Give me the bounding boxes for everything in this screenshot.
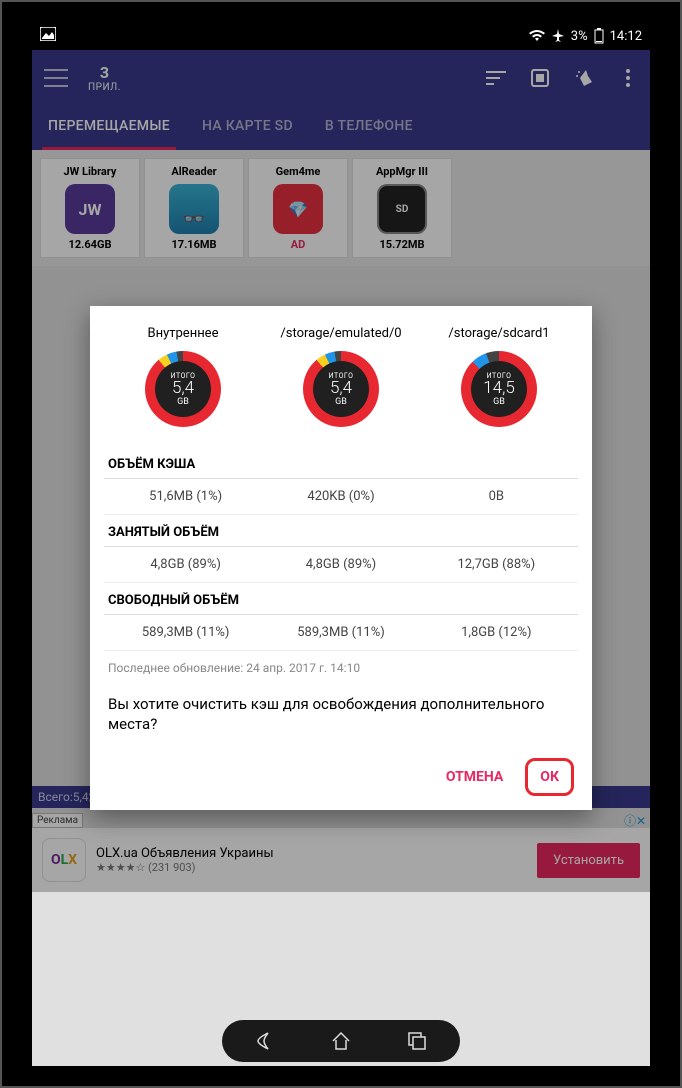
battery-percent: 3% — [571, 29, 588, 44]
nav-bar — [32, 1016, 650, 1066]
used-row: 4,8GB (89%) 4,8GB (89%) 12,7GB (88%) — [104, 547, 578, 583]
storage-icon[interactable] — [530, 68, 550, 88]
ad-label: Реклама — [32, 813, 83, 828]
gauge-icon: ИТОГО 14,5 GB — [461, 351, 537, 427]
app-grid: JW Library JW 12.64GB AlReader 👓 17.16MB… — [32, 150, 650, 266]
section-used: ЗАНЯТЫЙ ОБЪЁМ — [104, 515, 578, 547]
wifi-icon — [529, 30, 545, 42]
install-button[interactable]: Установить — [537, 843, 640, 878]
storage-internal: Внутреннее ИТОГО 5,4 GB — [104, 326, 262, 427]
clean-icon[interactable] — [574, 68, 594, 88]
ad-app-icon: OLX — [42, 838, 86, 882]
gauge-icon: ИТОГО 5,4 GB — [145, 351, 221, 427]
ad-banner[interactable]: ⓘ✕ OLX OLX.ua Объявления Украины ★★★★☆ (… — [32, 828, 650, 892]
app-card[interactable]: AlReader 👓 17.16MB — [144, 158, 244, 258]
ad-rating: ★★★★☆ (231 903) — [96, 861, 527, 874]
recent-button[interactable] — [404, 1028, 430, 1054]
cancel-button[interactable]: ОТМЕНА — [432, 759, 517, 795]
header-title: 3 ПРИЛ. — [88, 63, 121, 93]
section-cache: ОБЪЁМ КЭША — [104, 447, 578, 479]
storage-sdcard: /storage/sdcard1 ИТОГО 14,5 GB — [420, 326, 578, 427]
storage-dialog: Внутреннее ИТОГО 5,4 GB /storage/emulate… — [90, 306, 592, 810]
section-free: СВОБОДНЫЙ ОБЪЁМ — [104, 583, 578, 615]
gauge-icon: ИТОГО 5,4 GB — [303, 351, 379, 427]
free-row: 589,3MB (11%) 589,3MB (11%) 1,8GB (12%) — [104, 615, 578, 651]
tab-sdcard[interactable]: НА КАРТЕ SD — [186, 106, 309, 150]
app-card[interactable]: JW Library JW 12.64GB — [40, 158, 140, 258]
app-icon: JW — [65, 184, 115, 234]
app-card[interactable]: Gem4me 💎 AD — [248, 158, 348, 258]
ad-title: OLX.ua Объявления Украины — [96, 846, 527, 861]
battery-icon — [594, 28, 604, 44]
image-icon — [40, 27, 56, 41]
app-icon: 👓 — [169, 184, 219, 234]
sort-icon[interactable] — [486, 68, 506, 88]
airplane-icon — [551, 29, 565, 43]
app-card[interactable]: AppMgr III SD 15.72MB — [352, 158, 452, 258]
ok-button[interactable]: ОК — [525, 758, 574, 796]
adchoice-icon[interactable]: ⓘ✕ — [624, 812, 646, 829]
cache-row: 51,6MB (1%) 420KB (0%) 0B — [104, 479, 578, 515]
menu-icon[interactable] — [44, 69, 68, 87]
more-icon[interactable] — [618, 68, 638, 88]
dialog-prompt: Вы хотите очистить кэш для освобождения … — [104, 685, 578, 754]
storage-emulated: /storage/emulated/0 ИТОГО 5,4 GB — [262, 326, 420, 427]
home-button[interactable] — [328, 1028, 354, 1054]
tab-phone[interactable]: В ТЕЛЕФОНЕ — [309, 106, 429, 150]
app-header: 3 ПРИЛ. — [32, 50, 650, 106]
app-icon: 💎 — [273, 184, 323, 234]
tabs: ПЕРЕМЕЩАЕМЫЕ НА КАРТЕ SD В ТЕЛЕФОНЕ — [32, 106, 650, 150]
status-bar: 3% 14:12 — [32, 22, 650, 50]
last-update: Последнее обновление: 24 апр. 2017 г. 14… — [104, 651, 578, 685]
app-icon: SD — [377, 184, 427, 234]
status-time: 14:12 — [610, 29, 642, 44]
tab-movable[interactable]: ПЕРЕМЕЩАЕМЫЕ — [32, 106, 186, 150]
back-button[interactable] — [252, 1028, 278, 1054]
